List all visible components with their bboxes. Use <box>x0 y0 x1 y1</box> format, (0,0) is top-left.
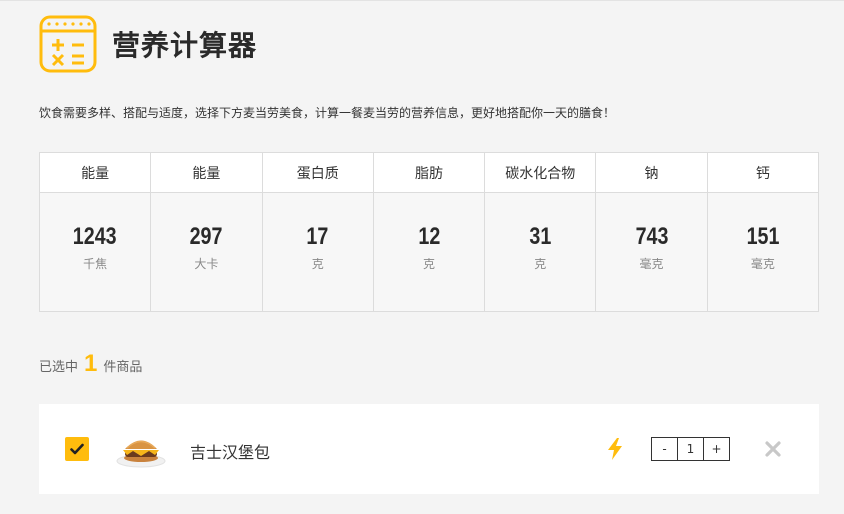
nutrition-cell: 1243 千焦 <box>40 193 151 311</box>
selected-suffix: 件商品 <box>103 360 143 375</box>
nutrition-cell: 31 克 <box>485 193 596 311</box>
nutrition-cell: 151 毫克 <box>707 193 818 311</box>
nutrition-value: 31 <box>529 223 552 250</box>
nutrition-unit: 毫克 <box>639 257 664 271</box>
page-header: 营养计算器 <box>38 14 257 74</box>
nutrition-column: 钙 151 毫克 <box>707 153 818 311</box>
lightning-icon <box>608 438 622 460</box>
nutrition-column: 蛋白质 17 克 <box>262 153 374 311</box>
nutrition-column: 能量 1243 千焦 <box>40 153 152 311</box>
nutrition-unit: 克 <box>534 257 547 271</box>
nutrition-value: 17 <box>306 223 329 250</box>
nutrition-unit: 克 <box>311 257 324 271</box>
item-name: 吉士汉堡包 <box>190 443 271 462</box>
intro-text: 饮食需要多样、搭配与适度，选择下方麦当劳美食，计算一餐麦当劳的营养信息，更好地搭… <box>39 106 616 120</box>
nutrition-column: 能量 297 大卡 <box>151 153 263 311</box>
quantity-value[interactable]: 1 <box>677 438 704 460</box>
selected-item-row: 吉士汉堡包 - 1 + <box>39 404 819 494</box>
nutrition-column: 脂肪 12 克 <box>373 153 486 311</box>
increase-button[interactable]: + <box>704 438 729 460</box>
nutrition-value: 1243 <box>73 223 118 250</box>
selected-count: 1 <box>84 350 98 377</box>
nutrition-label: 蛋白质 <box>262 153 373 193</box>
nutrition-column: 碳水化合物 31 克 <box>485 153 597 311</box>
nutrition-value: 297 <box>189 223 223 250</box>
nutrition-unit: 毫克 <box>750 257 775 271</box>
nutrition-label: 能量 <box>40 153 151 193</box>
item-checkbox[interactable] <box>65 437 89 461</box>
nutrition-value: 743 <box>635 223 668 250</box>
nutrition-label: 能量 <box>151 153 262 193</box>
calculator-icon <box>39 15 97 73</box>
nutrition-table: 能量 1243 千焦 能量 297 大卡 蛋白质 17 克 脂肪 12 克 碳水… <box>39 152 819 312</box>
quantity-stepper: - 1 + <box>651 437 730 461</box>
checkmark-icon <box>70 443 84 455</box>
top-divider <box>0 0 844 1</box>
nutrition-cell: 743 毫克 <box>596 193 707 311</box>
page-title: 营养计算器 <box>112 29 258 62</box>
nutrition-value: 151 <box>746 223 780 250</box>
nutrition-label: 脂肪 <box>373 153 485 193</box>
nutrition-unit: 大卡 <box>194 257 219 271</box>
nutrition-cell: 17 克 <box>262 193 373 311</box>
nutrition-label: 钠 <box>596 153 707 193</box>
nutrition-label: 碳水化合物 <box>485 153 596 193</box>
nutrition-unit: 千焦 <box>83 257 108 271</box>
decrease-button[interactable]: - <box>652 438 677 460</box>
cheeseburger-image <box>116 440 166 468</box>
close-icon[interactable] <box>765 441 781 457</box>
nutrition-value: 12 <box>418 223 440 250</box>
nutrition-cell: 297 大卡 <box>151 193 262 311</box>
nutrition-cell: 12 克 <box>373 193 485 311</box>
selected-prefix: 已选中 <box>39 360 79 375</box>
nutrition-column: 钠 743 毫克 <box>596 153 708 311</box>
nutrition-unit: 克 <box>422 257 435 271</box>
selected-summary: 已选中 1 件商品 <box>39 350 142 378</box>
nutrition-label: 钙 <box>707 153 818 193</box>
